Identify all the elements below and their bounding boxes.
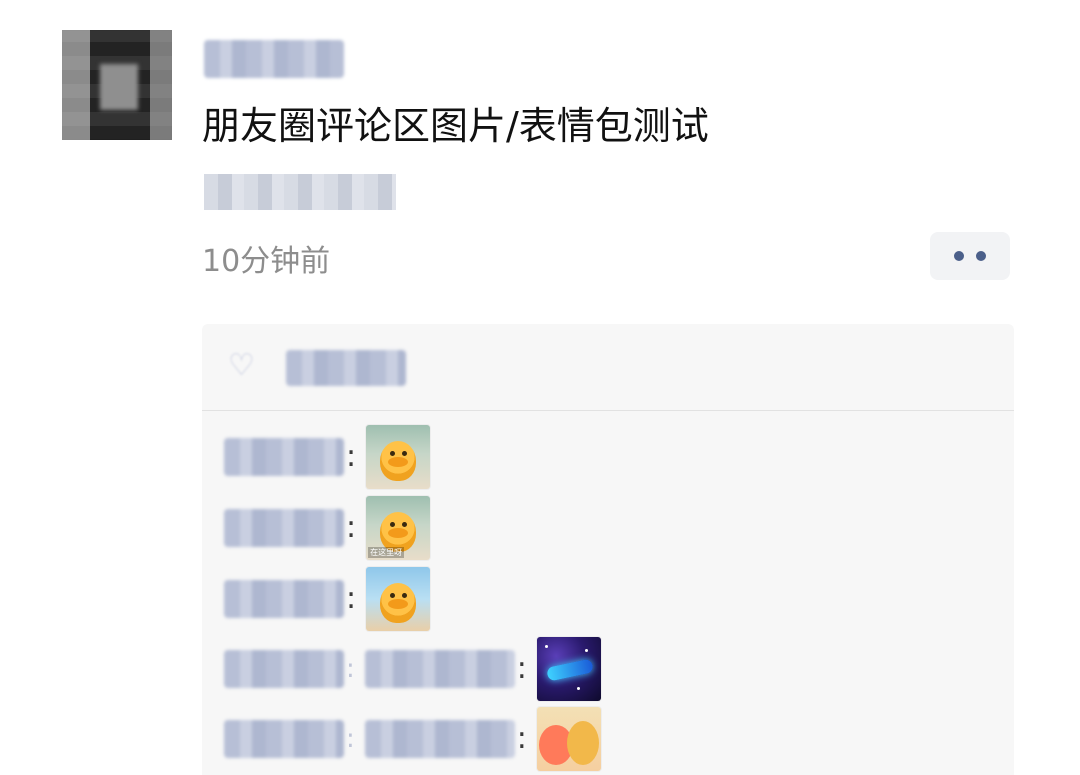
- duck-beak: [388, 599, 409, 609]
- comment-colon: :: [346, 439, 357, 474]
- reply-to-name-blurred[interactable]: [364, 720, 515, 758]
- avatar-face: [100, 64, 138, 110]
- spaceship-sticker[interactable]: [536, 637, 601, 701]
- likes-row: ♡: [202, 324, 1014, 411]
- commenter-name-blurred[interactable]: [224, 580, 344, 618]
- comment-colon: :: [346, 510, 357, 545]
- avatar[interactable]: [62, 30, 172, 140]
- duck-sticker[interactable]: [366, 425, 431, 489]
- comment-item[interactable]: :: [224, 424, 431, 490]
- comments-panel: ♡ : : 在这里呀 :::::: [202, 324, 1014, 775]
- comment-colon: :: [516, 651, 527, 686]
- reply-to-name-blurred[interactable]: [364, 650, 515, 688]
- duck-sticker[interactable]: 在这里呀: [366, 496, 431, 560]
- star: [576, 687, 580, 690]
- reply-separator: :: [346, 654, 355, 684]
- nickname-blurred[interactable]: [204, 40, 344, 78]
- duck-beak: [388, 457, 409, 467]
- commenter-name-blurred[interactable]: [224, 509, 344, 547]
- avatar-shade: [62, 30, 90, 140]
- reply-separator: :: [346, 724, 355, 754]
- heart-icon: ♡: [228, 348, 255, 383]
- more-dots-icon: [954, 251, 964, 261]
- sticker-caption: 在这里呀: [368, 547, 405, 558]
- more-button[interactable]: [930, 232, 1010, 280]
- more-dots-icon: [976, 251, 986, 261]
- comment-item[interactable]: : :: [224, 706, 601, 772]
- duck-beak: [388, 528, 409, 538]
- spaceship: [545, 658, 594, 682]
- bears-sticker[interactable]: [536, 707, 601, 771]
- bear-yellow: [566, 721, 599, 765]
- commenter-name-blurred[interactable]: [224, 720, 344, 758]
- star: [544, 645, 548, 648]
- post-text: 朋友圈评论区图片/表情包测试: [202, 104, 709, 148]
- commenter-name-blurred[interactable]: [224, 650, 344, 688]
- star: [584, 649, 588, 652]
- comment-item[interactable]: : 在这里呀: [224, 495, 431, 561]
- like-names-blurred[interactable]: [286, 350, 406, 386]
- location-blurred[interactable]: [204, 174, 396, 210]
- avatar-shade: [150, 30, 172, 140]
- comment-colon: :: [346, 581, 357, 616]
- duck-sticker[interactable]: [366, 567, 431, 631]
- comment-item[interactable]: :: [224, 566, 431, 632]
- comment-colon: :: [516, 721, 527, 756]
- comment-item[interactable]: : :: [224, 636, 601, 702]
- post-time: 10分钟前: [202, 244, 331, 279]
- commenter-name-blurred[interactable]: [224, 438, 344, 476]
